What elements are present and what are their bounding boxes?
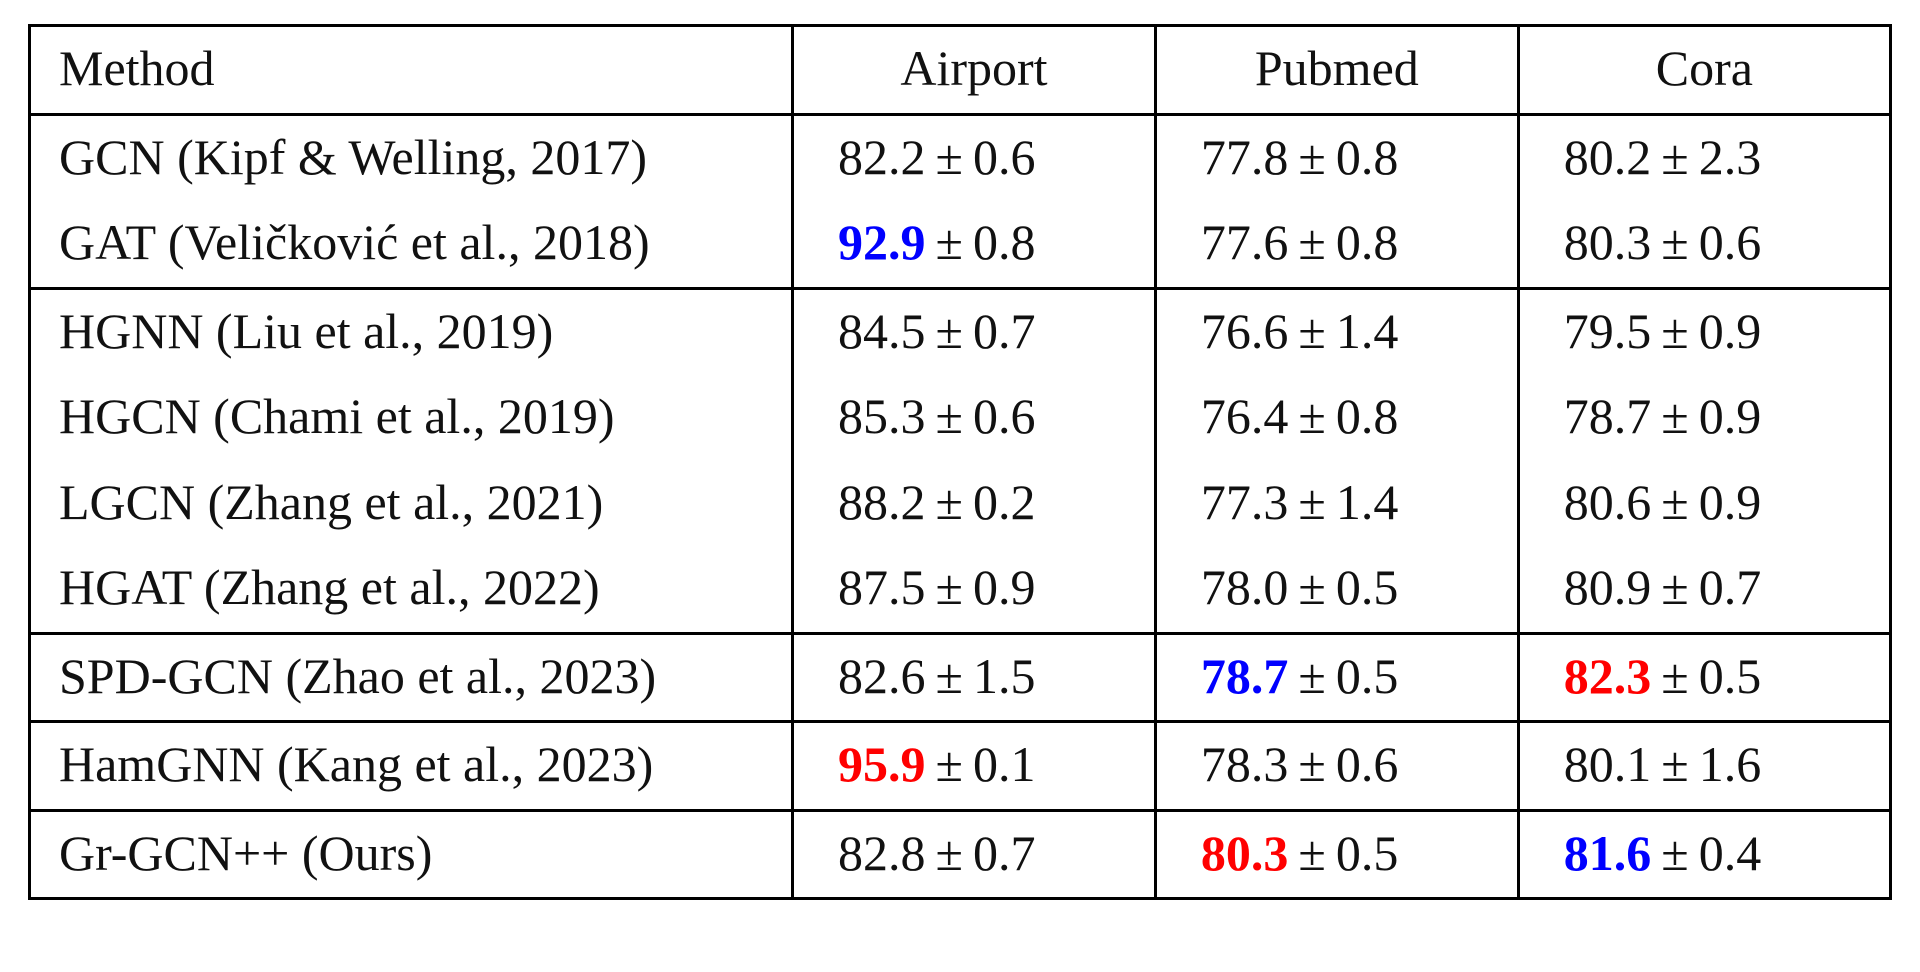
value-cell: 81.6±0.4 [1518, 810, 1890, 899]
value-cell: 80.9±0.7 [1518, 546, 1890, 633]
value-cell: 78.7±0.9 [1518, 375, 1890, 461]
col-pubmed-header: Pubmed [1155, 26, 1518, 115]
table-row: GAT (Veličković et al., 2018) 92.9±0.8 7… [30, 201, 1891, 288]
value-cell: 80.6±0.9 [1518, 461, 1890, 547]
method-cell: HamGNN (Kang et al., 2023) [30, 722, 793, 811]
value-cell: 78.3±0.6 [1155, 722, 1518, 811]
table-row: HGAT (Zhang et al., 2022) 87.5±0.9 78.0±… [30, 546, 1891, 633]
table-row: LGCN (Zhang et al., 2021) 88.2±0.2 77.3±… [30, 461, 1891, 547]
method-cell: HGCN (Chami et al., 2019) [30, 375, 793, 461]
method-cell: GAT (Veličković et al., 2018) [30, 201, 793, 288]
method-cell: HGNN (Liu et al., 2019) [30, 288, 793, 375]
method-cell: SPD-GCN (Zhao et al., 2023) [30, 633, 793, 722]
value-cell: 92.9±0.8 [793, 201, 1156, 288]
value-cell: 78.7±0.5 [1155, 633, 1518, 722]
value-cell: 80.3±0.5 [1155, 810, 1518, 899]
value-cell: 78.0±0.5 [1155, 546, 1518, 633]
value-cell: 76.6±1.4 [1155, 288, 1518, 375]
value-cell: 87.5±0.9 [793, 546, 1156, 633]
value-cell: 82.2±0.6 [793, 114, 1156, 201]
table-row: Gr-GCN++ (Ours) 82.8±0.7 80.3±0.5 81.6±0… [30, 810, 1891, 899]
method-cell: GCN (Kipf & Welling, 2017) [30, 114, 793, 201]
results-table: Method Airport Pubmed Cora GCN (Kipf & W… [28, 24, 1892, 900]
value-cell: 88.2±0.2 [793, 461, 1156, 547]
value-cell: 80.2±2.3 [1518, 114, 1890, 201]
value-cell: 85.3±0.6 [793, 375, 1156, 461]
value-cell: 80.1±1.6 [1518, 722, 1890, 811]
value-cell: 82.6±1.5 [793, 633, 1156, 722]
col-cora-header: Cora [1518, 26, 1890, 115]
table-row: GCN (Kipf & Welling, 2017) 82.2±0.6 77.8… [30, 114, 1891, 201]
value-cell: 79.5±0.9 [1518, 288, 1890, 375]
results-table-container: Method Airport Pubmed Cora GCN (Kipf & W… [0, 0, 1920, 924]
method-cell: HGAT (Zhang et al., 2022) [30, 546, 793, 633]
table-header-row: Method Airport Pubmed Cora [30, 26, 1891, 115]
value-cell: 82.3±0.5 [1518, 633, 1890, 722]
value-cell: 80.3±0.6 [1518, 201, 1890, 288]
table-row: HGCN (Chami et al., 2019) 85.3±0.6 76.4±… [30, 375, 1891, 461]
value-cell: 76.4±0.8 [1155, 375, 1518, 461]
method-cell: LGCN (Zhang et al., 2021) [30, 461, 793, 547]
value-cell: 77.8±0.8 [1155, 114, 1518, 201]
table-row: SPD-GCN (Zhao et al., 2023) 82.6±1.5 78.… [30, 633, 1891, 722]
method-cell: Gr-GCN++ (Ours) [30, 810, 793, 899]
table-row: HGNN (Liu et al., 2019) 84.5±0.7 76.6±1.… [30, 288, 1891, 375]
col-method-header: Method [30, 26, 793, 115]
col-airport-header: Airport [793, 26, 1156, 115]
value-cell: 95.9±0.1 [793, 722, 1156, 811]
value-cell: 84.5±0.7 [793, 288, 1156, 375]
table-row: HamGNN (Kang et al., 2023) 95.9±0.1 78.3… [30, 722, 1891, 811]
value-cell: 77.3±1.4 [1155, 461, 1518, 547]
value-cell: 82.8±0.7 [793, 810, 1156, 899]
value-cell: 77.6±0.8 [1155, 201, 1518, 288]
